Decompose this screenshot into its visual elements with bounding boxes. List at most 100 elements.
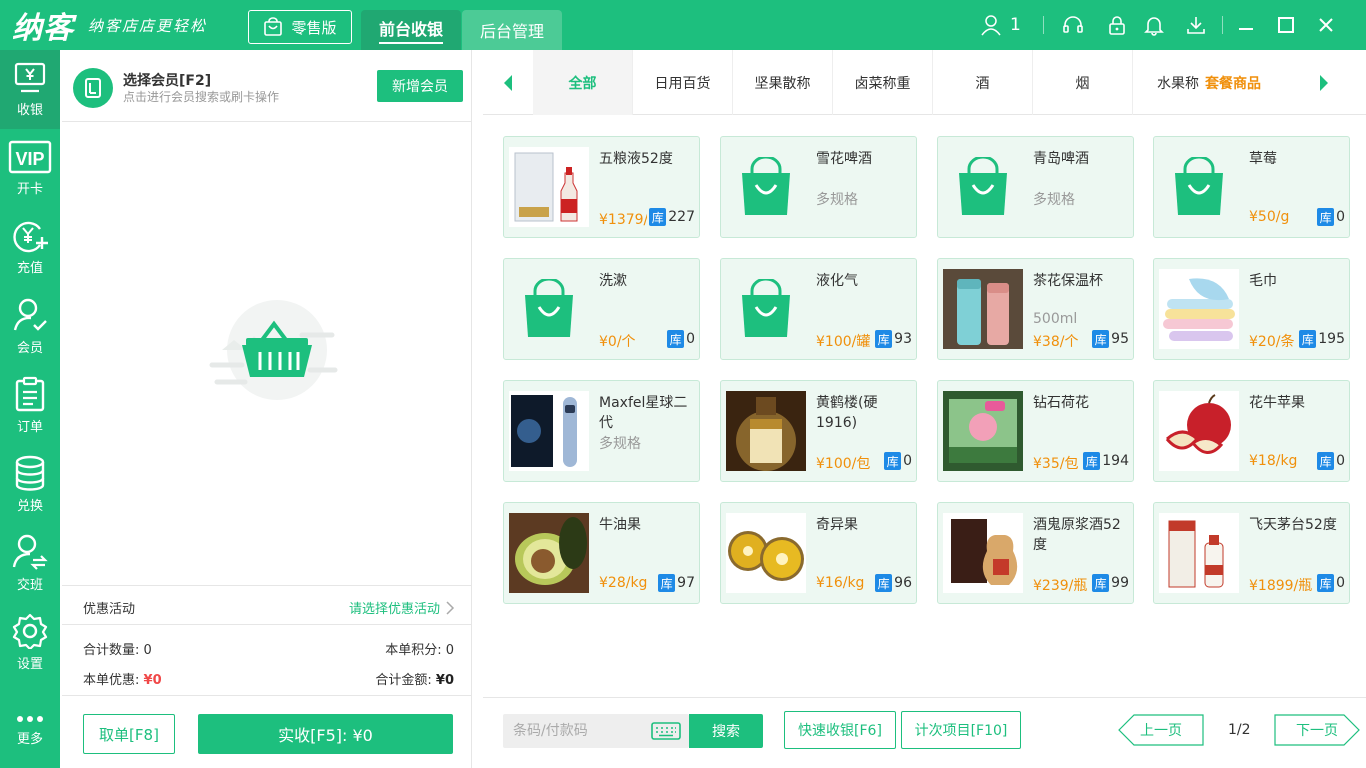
nav-recharge[interactable]: 充值 [0,208,60,287]
category-all[interactable]: 全部 [533,50,633,115]
nav-member[interactable]: 会员 [0,287,60,366]
barcode-input[interactable] [503,714,653,748]
search-button[interactable]: 搜索 [689,714,763,748]
category-prev-arrow[interactable] [483,50,533,115]
category-fruit-weighed[interactable]: 水果称 [1133,50,1199,115]
product-card[interactable]: 毛巾 ¥20/条库 195 [1153,258,1350,360]
product-name: 牛油果 [599,517,641,533]
nav-label: 设置 [16,657,43,672]
stock-badge: 库 195 [1297,330,1345,348]
nav-orders[interactable]: 订单 [0,366,60,445]
product-card[interactable]: 五粮液52度¥1379/升库227 [503,136,700,238]
product-card[interactable]: 酒鬼原浆酒52度 ¥239/瓶库 99 [937,502,1134,604]
nav-more[interactable]: 更多 [0,692,60,768]
recharge-icon [13,221,48,253]
headset-icon[interactable] [1061,13,1085,37]
product-card[interactable]: Maxfel星球二代 多规格 [503,380,700,482]
minimize-icon[interactable] [1234,13,1258,37]
cashier-icon [14,62,46,93]
prev-page-label: 上一页 [1140,723,1182,739]
product-card[interactable]: 草莓 ¥50/g 库 0 [1153,136,1350,238]
product-card[interactable]: 钻石荷花 ¥35/包库 194 [937,380,1134,482]
download-icon[interactable] [1184,13,1208,37]
stock-tag: 库 [875,574,893,592]
product-card[interactable]: 茶花保温杯 500ml ¥38/个库 95 [937,258,1134,360]
category-liquor[interactable]: 酒 [933,50,1033,115]
quick-pay-button[interactable]: 快速收银[F6] [784,711,896,749]
product-name: 酒鬼原浆酒52度 [1033,517,1121,553]
product-name: 花牛苹果 [1249,395,1305,411]
product-name: 奇异果 [816,517,858,533]
prev-page-button[interactable]: 上一页 [1118,714,1204,746]
app-logo: 纳客 纳客店店更轻松 [12,6,207,46]
order-points-value: 0 [445,643,454,658]
category-daily-goods[interactable]: 日用百货 [633,50,733,115]
add-member-button[interactable]: 新增会员 [377,70,463,102]
category-deli-weighed[interactable]: 卤菜称重 [833,50,933,115]
stock-badge: 库 95 [1090,330,1129,348]
category-next-arrow[interactable] [1299,50,1349,115]
product-card[interactable]: 青岛啤酒 多规格 [937,136,1134,238]
product-card[interactable]: 奇异果 ¥16/kg 库 96 [720,502,917,604]
member-selector[interactable]: 选择会员[F2] 点击进行会员搜索或刷卡操作 新增会员 [62,50,472,122]
category-combo[interactable]: 套餐商品 [1199,50,1283,115]
online-users[interactable]: 1 [980,12,1021,38]
product-card[interactable]: 黄鹤楼(硬1916) ¥100/包库 0 [720,380,917,482]
close-icon[interactable] [1314,13,1338,37]
bottom-toolbar: 搜索 快速收银[F6] 计次项目[F10] 上一页 1/2 下一页 [483,697,1366,768]
stock-tag: 库 [1317,452,1335,470]
category-tobacco[interactable]: 烟 [1033,50,1133,115]
product-image [509,513,589,593]
exchange-icon [15,455,45,491]
edition-button[interactable]: 零售版 [248,10,352,44]
stock-badge: 库0 [1315,574,1345,592]
product-price: ¥100/罐 [816,334,871,350]
total-qty-label: 合计数量: [83,643,140,658]
order-discount: 本单优惠: ¥0 [83,669,162,688]
bell-icon[interactable] [1142,13,1166,37]
checkout-button[interactable]: 实收[F5]: ¥0 [198,714,453,754]
product-name: 青岛啤酒 [1033,151,1089,167]
tab-front-cashier[interactable]: 前台收银 [361,10,461,50]
shopping-bag-icon [509,269,589,349]
more-icon [17,715,43,722]
product-image [943,269,1023,349]
count-items-button[interactable]: 计次项目[F10] [901,711,1021,749]
nav-shift[interactable]: 交班 [0,524,60,603]
take-order-button[interactable]: 取单[F8] [83,714,175,754]
triangle-right-icon [1320,74,1328,91]
keyboard-icon[interactable] [651,722,681,740]
total-amount-label: 合计金额: [375,673,432,688]
stock-badge: 库0 [1315,208,1345,226]
nav-open-card[interactable]: VIP 开卡 [0,129,60,208]
product-card[interactable]: 牛油果 ¥28/kg 库 97 [503,502,700,604]
nav-exchange[interactable]: 兑换 [0,445,60,524]
nav-settings[interactable]: 设置 [0,603,60,682]
promotion-select[interactable]: 请选择优惠活动 [349,598,456,617]
stock-tag: 库 [649,208,667,226]
shift-handover-icon [12,534,48,570]
nav-label: 收银 [16,103,43,118]
product-price: ¥18/kg [1249,453,1298,469]
next-page-button[interactable]: 下一页 [1274,714,1360,746]
shopping-bag-icon [1159,147,1239,227]
product-image [726,513,806,593]
product-name: 毛巾 [1249,273,1277,289]
product-card[interactable]: 飞天茅台52度 ¥1899/瓶库 0 [1153,502,1350,604]
nav-label: 订单 [16,420,43,435]
stock-tag: 库 [1092,330,1110,348]
stock-badge: 库0 [665,330,695,348]
lock-icon[interactable] [1105,13,1129,37]
category-nuts-bulk[interactable]: 坚果散称 [733,50,833,115]
product-spec: 多规格 [1033,192,1075,208]
tab-back-office[interactable]: 后台管理 [462,10,562,50]
nav-cashier[interactable]: 收银 [0,50,60,129]
maximize-icon[interactable] [1274,13,1298,37]
product-card[interactable]: 花牛苹果 ¥18/kg 库 0 [1153,380,1350,482]
product-card[interactable]: 洗漱 ¥0/个 库 0 [503,258,700,360]
order-points-label: 本单积分: [385,643,442,658]
product-grid: 五粮液52度¥1379/升库227雪花啤酒多规格青岛啤酒多规格草莓¥50/g库0… [483,116,1366,696]
product-card[interactable]: 雪花啤酒 多规格 [720,136,917,238]
product-card[interactable]: 液化气 ¥100/罐库 93 [720,258,917,360]
shopping-bag-icon [726,269,806,349]
